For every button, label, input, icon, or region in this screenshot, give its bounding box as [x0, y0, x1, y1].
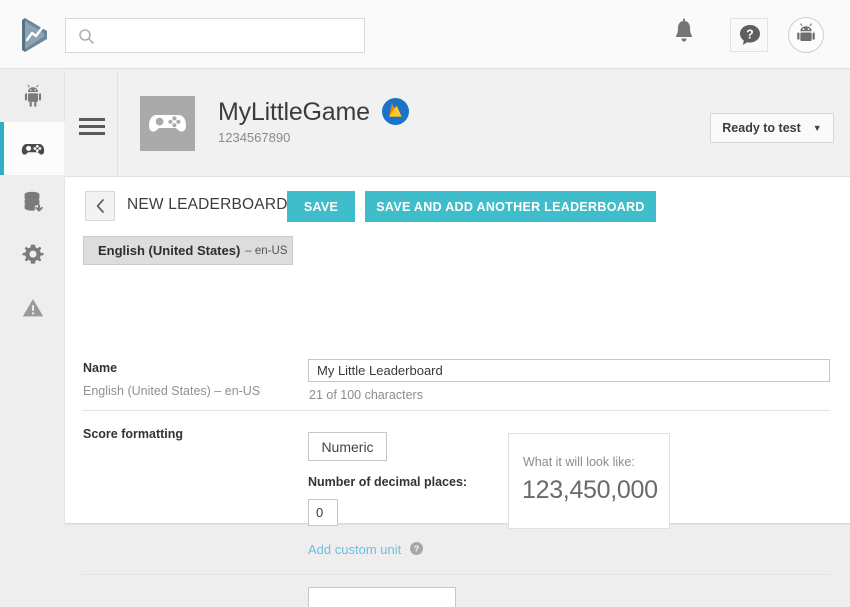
status-dropdown[interactable]: Ready to test ▼ [710, 113, 834, 143]
sidebar-item-data-download[interactable] [0, 175, 65, 228]
svg-text:?: ? [414, 544, 419, 554]
menu-button[interactable] [65, 70, 118, 177]
gamepad-icon [20, 136, 46, 162]
firebase-icon[interactable] [382, 98, 410, 125]
app-icon-tile [140, 96, 195, 151]
divider [82, 574, 830, 575]
notifications-button[interactable] [670, 17, 698, 51]
android-icon [20, 83, 46, 109]
app-header: MyLittleGame 1234567890 Ready to test ▼ [65, 70, 850, 177]
status-label: Ready to test [722, 121, 801, 135]
avatar[interactable] [788, 17, 824, 53]
language-tab-name: English (United States) [98, 243, 241, 258]
language-tab-code: – en-US [245, 244, 288, 257]
search-input[interactable] [102, 19, 357, 52]
android-avatar-icon [797, 23, 815, 42]
score-formatting-label: Score formatting [83, 427, 184, 441]
preview-value: 123,450,000 [522, 476, 658, 504]
app-title-block: MyLittleGame 1234567890 [218, 98, 410, 145]
action-bar: NEW LEADERBOARD SAVE SAVE AND ADD ANOTHE… [65, 177, 850, 239]
play-console-logo[interactable] [14, 14, 56, 56]
help-question-icon: ? [740, 25, 760, 45]
next-field-input[interactable] [308, 587, 456, 607]
help-circle-icon[interactable]: ? [410, 542, 423, 555]
name-sublabel: English (United States) – en-US [83, 384, 261, 398]
save-and-add-another-leaderboard-button[interactable]: SAVE AND ADD ANOTHER LEADERBOARD [365, 191, 656, 222]
save-button[interactable]: SAVE [287, 191, 355, 222]
top-bar: ? [0, 0, 850, 69]
hamburger-icon [79, 118, 105, 136]
page-title: MyLittleGame [218, 98, 370, 126]
left-nav [0, 69, 65, 523]
name-label: Name [83, 361, 118, 375]
decimal-places-input[interactable] [308, 499, 338, 526]
language-tab[interactable]: English (United States) – en-US [83, 236, 293, 265]
score-type-select[interactable]: Numeric [308, 432, 387, 461]
warning-triangle-icon [20, 295, 46, 321]
search-box[interactable] [65, 18, 365, 53]
bell-icon [676, 18, 692, 42]
sidebar-item-games-services[interactable] [0, 122, 65, 175]
chevron-left-icon [96, 199, 105, 213]
sidebar-item-settings[interactable] [0, 228, 65, 281]
divider [82, 410, 830, 411]
score-preview-box: What it will look like: 123,450,000 [508, 433, 670, 529]
section-title: NEW LEADERBOARD [127, 196, 288, 213]
svg-text:?: ? [746, 28, 754, 42]
help-button[interactable]: ? [730, 18, 768, 52]
content-card: MyLittleGame 1234567890 Ready to test ▼ [65, 70, 850, 607]
gear-icon [20, 242, 46, 268]
search-icon [78, 28, 95, 45]
name-input[interactable] [308, 359, 830, 382]
gamepad-icon [149, 115, 186, 132]
sidebar-item-alerts[interactable] [0, 281, 65, 334]
back-button[interactable] [85, 191, 115, 221]
sidebar-item-android-apps[interactable] [0, 69, 65, 122]
decimal-places-label: Number of decimal places: [308, 475, 468, 489]
chevron-down-icon: ▼ [812, 123, 822, 133]
score-type-value: Numeric [321, 438, 374, 455]
name-character-counter: 21 of 100 characters [309, 388, 423, 402]
add-custom-unit-link[interactable]: Add custom unit [308, 542, 401, 557]
preview-caption: What it will look like: [523, 455, 635, 469]
database-download-icon [20, 189, 46, 215]
app-id: 1234567890 [218, 130, 291, 145]
